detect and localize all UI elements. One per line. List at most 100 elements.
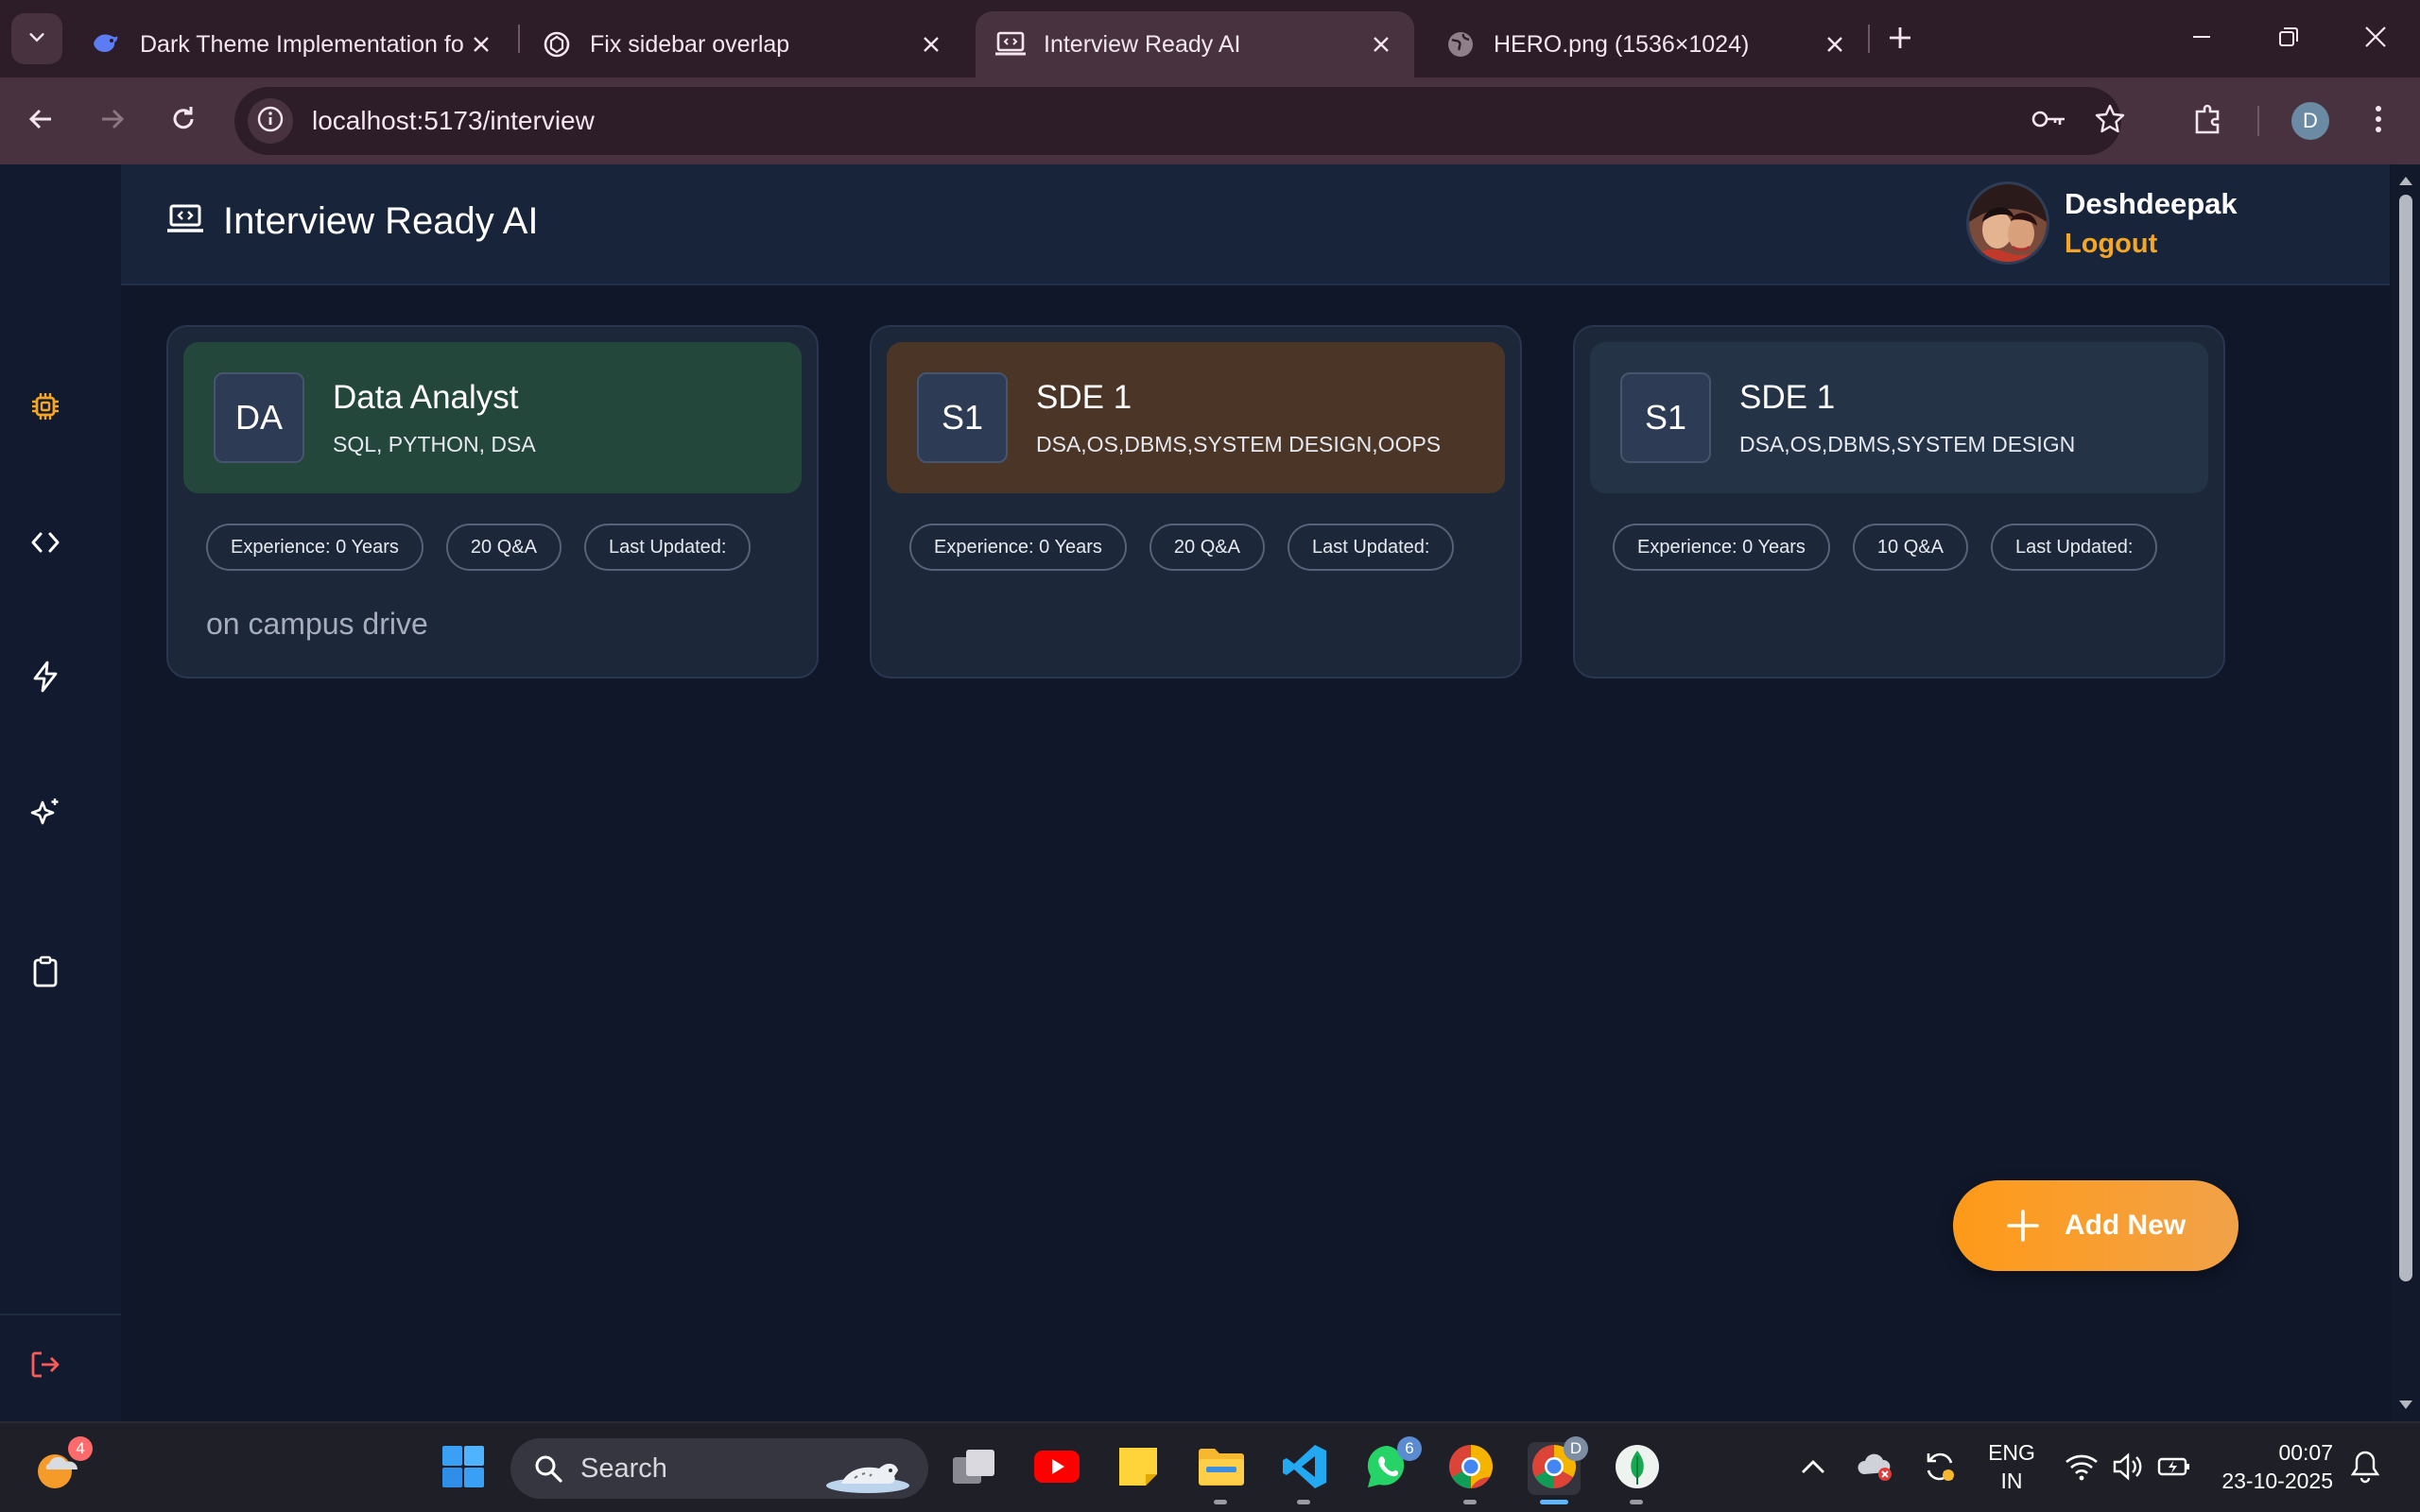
session-card[interactable]: S1 SDE 1 DSA,OS,DBMS,SYSTEM DESIGN Exper… bbox=[1573, 325, 2225, 679]
sparkles-icon bbox=[29, 797, 61, 833]
user-name: Deshdeepak bbox=[2065, 186, 2238, 220]
avatar[interactable] bbox=[1966, 181, 2049, 265]
sidebar-item-notes[interactable] bbox=[25, 953, 66, 994]
url-text[interactable]: localhost:5173/interview bbox=[312, 106, 595, 136]
tab-fix-sidebar[interactable]: Fix sidebar overlap bbox=[522, 11, 964, 77]
tab-separator bbox=[518, 25, 520, 53]
taskbar-chrome-profile[interactable]: D bbox=[1528, 1436, 1588, 1504]
taskbar-sticky-notes[interactable] bbox=[1112, 1442, 1165, 1495]
tab-title: Dark Theme Implementation fo bbox=[140, 30, 464, 58]
onedrive-status[interactable] bbox=[1855, 1442, 1896, 1495]
plus-icon bbox=[1887, 25, 1913, 56]
minimize-button[interactable] bbox=[2180, 17, 2223, 60]
browser-menu-button[interactable] bbox=[2354, 96, 2403, 146]
battery-status[interactable] bbox=[2153, 1442, 2195, 1495]
close-icon[interactable] bbox=[1369, 32, 1393, 57]
reload-button[interactable] bbox=[161, 98, 206, 144]
add-new-button[interactable]: Add New bbox=[1953, 1180, 2238, 1271]
running-indicator bbox=[1297, 1500, 1310, 1504]
running-indicator bbox=[1214, 1500, 1227, 1504]
bell-icon bbox=[2349, 1450, 2381, 1488]
tab-interview-ready[interactable]: Interview Ready AI bbox=[976, 11, 1414, 77]
toolbar-separator bbox=[2257, 106, 2259, 136]
card-skills: DSA,OS,DBMS,SYSTEM DESIGN bbox=[1739, 431, 2076, 456]
site-info-button[interactable] bbox=[248, 98, 293, 144]
sidebar-item-code[interactable] bbox=[25, 524, 66, 565]
scroll-up-arrow-icon[interactable] bbox=[2397, 172, 2414, 189]
logout-link[interactable]: Logout bbox=[2065, 229, 2238, 260]
session-card[interactable]: S1 SDE 1 DSA,OS,DBMS,SYSTEM DESIGN,OOPS … bbox=[870, 325, 1522, 679]
clock-time: 00:07 bbox=[2278, 1440, 2333, 1465]
taskbar-file-explorer[interactable] bbox=[1195, 1442, 1248, 1504]
last-updated-badge: Last Updated: bbox=[1990, 524, 2158, 571]
volume-control[interactable] bbox=[2108, 1442, 2150, 1495]
close-window-button[interactable] bbox=[2354, 17, 2397, 60]
extensions-button[interactable] bbox=[2184, 96, 2233, 146]
back-button[interactable] bbox=[19, 98, 64, 144]
sidebar-item-ai[interactable] bbox=[25, 794, 66, 835]
brand[interactable]: Interview Ready AI bbox=[166, 200, 539, 243]
arrow-right-icon bbox=[96, 104, 127, 139]
close-icon[interactable] bbox=[919, 32, 943, 57]
qa-count-badge: 10 Q&A bbox=[1852, 524, 1968, 571]
start-button[interactable] bbox=[437, 1442, 490, 1495]
bookmark-button[interactable] bbox=[2089, 100, 2131, 142]
taskbar-task-view[interactable] bbox=[947, 1442, 1000, 1495]
speaker-icon bbox=[2112, 1452, 2146, 1486]
card-header: S1 SDE 1 DSA,OS,DBMS,SYSTEM DESIGN bbox=[1590, 342, 2208, 493]
close-icon[interactable] bbox=[469, 32, 493, 57]
plus-icon bbox=[2006, 1209, 2040, 1243]
last-updated-badge: Last Updated: bbox=[1287, 524, 1455, 571]
card-initials: DA bbox=[214, 372, 304, 463]
password-key-button[interactable] bbox=[2029, 100, 2070, 142]
whatsapp-badge: 6 bbox=[1397, 1436, 1422, 1461]
key-icon bbox=[2031, 108, 2067, 135]
close-icon[interactable] bbox=[1823, 32, 1847, 57]
taskbar-youtube[interactable] bbox=[1030, 1442, 1083, 1495]
network-status[interactable] bbox=[2061, 1442, 2102, 1495]
sync-status[interactable] bbox=[1919, 1442, 1961, 1495]
notification-center[interactable] bbox=[2344, 1442, 2386, 1495]
chrome-profile-badge: D bbox=[1564, 1436, 1588, 1461]
clock[interactable]: 00:07 23-10-2025 bbox=[2212, 1438, 2333, 1495]
tab-dark-theme[interactable]: Dark Theme Implementation fo bbox=[72, 11, 514, 77]
new-tab-button[interactable] bbox=[1881, 21, 1919, 59]
region-code: IN bbox=[2000, 1469, 2023, 1493]
scroll-down-arrow-icon[interactable] bbox=[2397, 1397, 2414, 1414]
card-skills: SQL, PYTHON, DSA bbox=[333, 431, 536, 456]
input-language[interactable]: ENG IN bbox=[1983, 1438, 2040, 1495]
add-new-label: Add New bbox=[2064, 1210, 2187, 1241]
address-bar[interactable]: localhost:5173/interview bbox=[234, 87, 2125, 155]
taskbar-chrome[interactable] bbox=[1444, 1442, 1497, 1504]
taskbar-mongodb[interactable] bbox=[1611, 1442, 1664, 1504]
taskbar-whatsapp[interactable]: 6 bbox=[1361, 1436, 1422, 1495]
forward-button[interactable] bbox=[89, 98, 134, 144]
sidebar-item-dashboard[interactable] bbox=[25, 387, 66, 429]
card-header: S1 SDE 1 DSA,OS,DBMS,SYSTEM DESIGN,OOPS bbox=[887, 342, 1505, 493]
page-scrollbar[interactable] bbox=[2392, 164, 2420, 1421]
user-menu: Deshdeepak Logout bbox=[1966, 181, 2238, 265]
profile-button[interactable]: D bbox=[2286, 96, 2335, 146]
tab-search-button[interactable] bbox=[11, 13, 62, 64]
restore-button[interactable] bbox=[2267, 17, 2310, 60]
chevron-up-icon bbox=[1801, 1459, 1825, 1479]
page-title: Interview Ready AI bbox=[223, 200, 539, 242]
tab-hero-png[interactable]: HERO.png (1536×1024) bbox=[1426, 11, 1868, 77]
card-title: SDE 1 bbox=[1036, 378, 1132, 416]
tab-title: Fix sidebar overlap bbox=[590, 30, 790, 58]
weather-widget[interactable]: 4 bbox=[32, 1436, 93, 1495]
taskbar-search[interactable]: Search bbox=[510, 1438, 928, 1499]
card-initials: S1 bbox=[917, 372, 1008, 463]
scrollbar-thumb[interactable] bbox=[2399, 195, 2412, 1281]
wifi-icon bbox=[2065, 1452, 2099, 1486]
session-card[interactable]: DA Data Analyst SQL, PYTHON, DSA Experie… bbox=[166, 325, 819, 679]
sidebar-logout[interactable] bbox=[25, 1346, 66, 1387]
browser-toolbar: localhost:5173/interview D bbox=[0, 77, 2420, 164]
card-header: DA Data Analyst SQL, PYTHON, DSA bbox=[183, 342, 802, 493]
taskbar-vscode[interactable] bbox=[1278, 1442, 1331, 1504]
sidebar-item-quick[interactable] bbox=[25, 658, 66, 699]
show-hidden-icons[interactable] bbox=[1792, 1442, 1834, 1495]
close-icon bbox=[2364, 26, 2387, 53]
card-initials: S1 bbox=[1620, 372, 1711, 463]
card-title: SDE 1 bbox=[1739, 378, 1836, 416]
